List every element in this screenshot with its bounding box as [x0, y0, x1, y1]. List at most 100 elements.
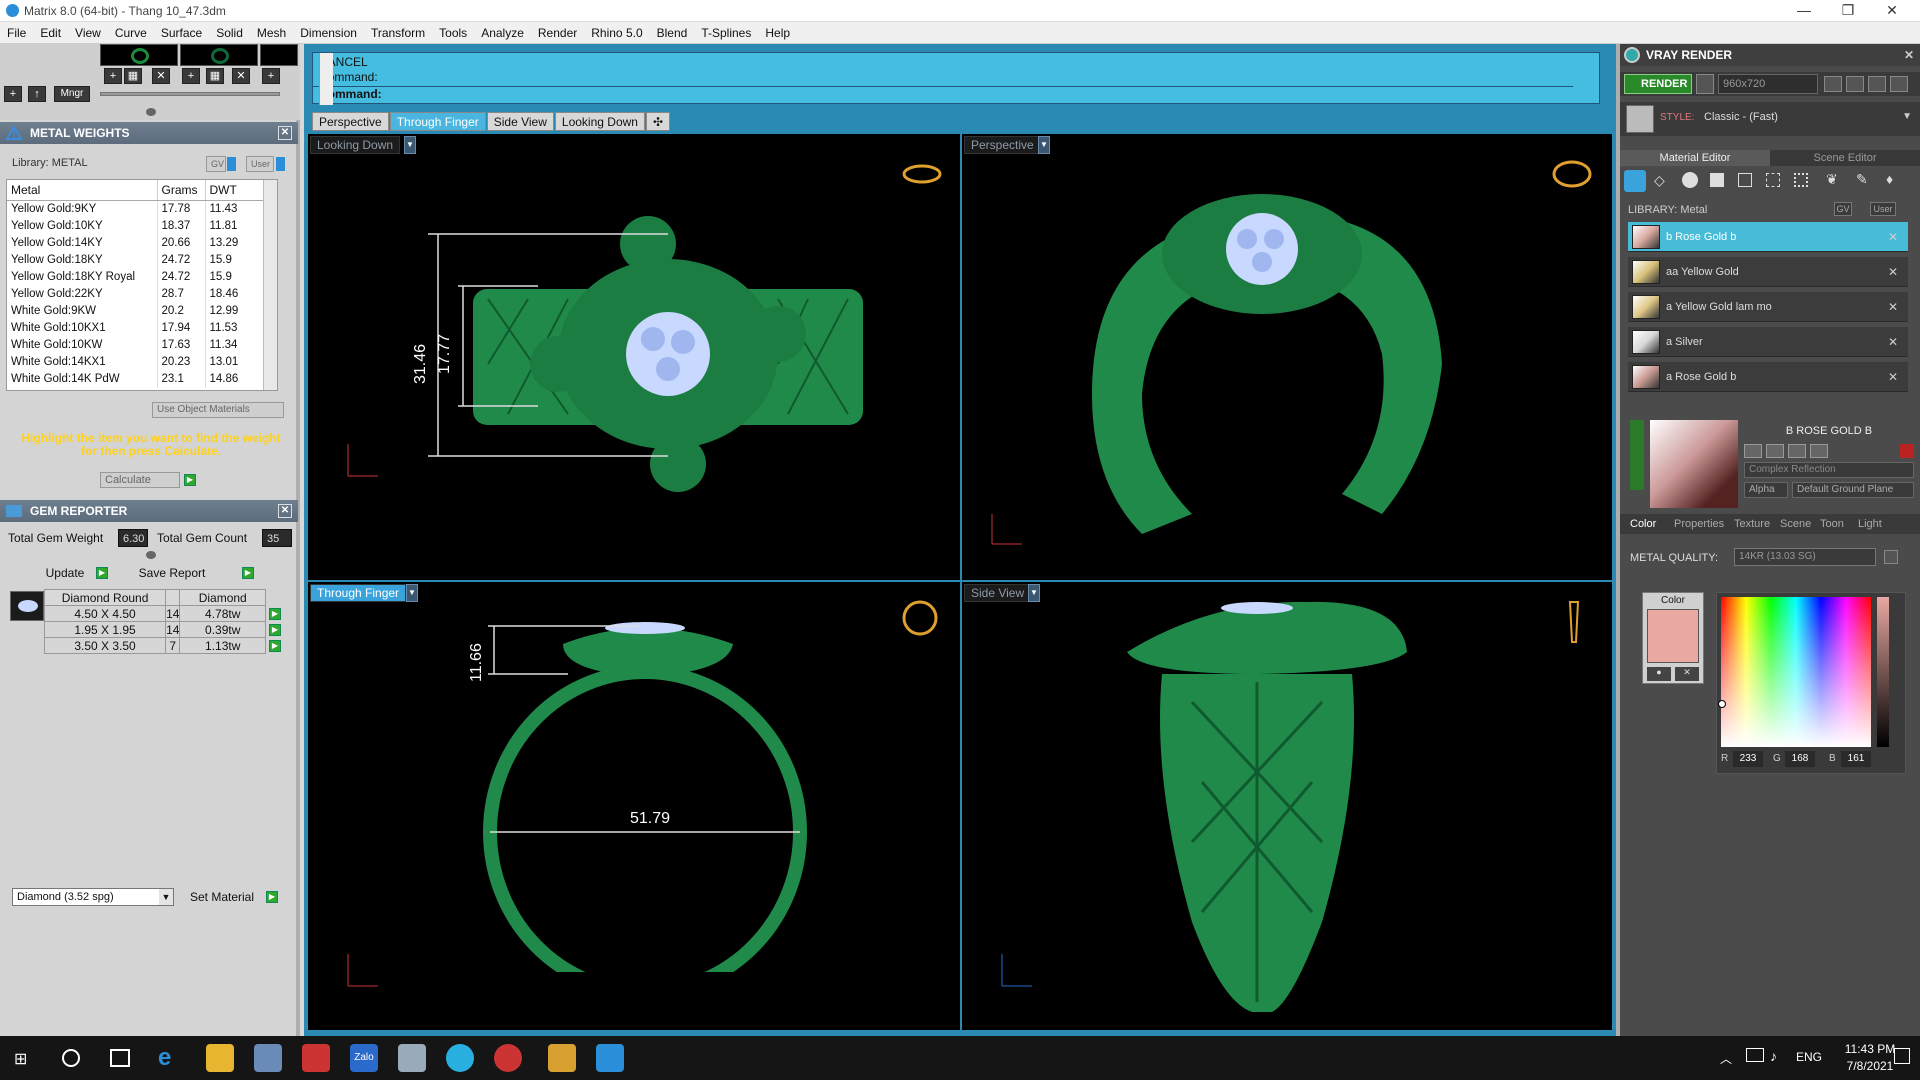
rewind-icon[interactable] [1824, 76, 1842, 92]
resolution-select[interactable]: 960x720 [1718, 74, 1818, 94]
menu-tsplines[interactable]: T-Splines [694, 22, 758, 44]
column-header-diamond[interactable]: Diamond [179, 589, 266, 606]
app-icon[interactable] [398, 1044, 426, 1072]
color-gradient[interactable] [1721, 597, 1871, 747]
menu-mesh[interactable]: Mesh [250, 22, 293, 44]
image-icon[interactable] [1846, 76, 1864, 92]
material-list-item[interactable]: a Yellow Gold lam mo ✕ [1628, 292, 1908, 322]
add-view-tab-icon[interactable]: ✣ [645, 112, 671, 131]
reset-icon[interactable] [1810, 444, 1828, 458]
color-picker[interactable]: R 233 G 168 B 161 [1716, 592, 1906, 774]
chevron-up-icon[interactable]: ︿ [1720, 1050, 1732, 1067]
square-icon[interactable] [1710, 173, 1724, 187]
close-button[interactable]: ✕ [1870, 0, 1914, 22]
menu-file[interactable]: File [0, 22, 33, 44]
maximize-button[interactable]: ❐ [1826, 0, 1870, 22]
language-indicator[interactable]: ENG [1796, 1050, 1822, 1064]
brush-icon[interactable]: ✎ [1856, 171, 1868, 188]
ground-plane-select[interactable]: Default Ground Plane [1792, 482, 1914, 498]
grid-icon[interactable] [1890, 76, 1908, 92]
settings-icon[interactable] [1884, 550, 1898, 564]
viewport-side-view[interactable]: Side View ▼ [962, 582, 1612, 1030]
remove-material-icon[interactable]: ✕ [1888, 257, 1898, 287]
layer-slider[interactable] [100, 92, 280, 96]
remove-material-icon[interactable]: ✕ [1888, 362, 1898, 392]
menu-transform[interactable]: Transform [364, 22, 432, 44]
table-row[interactable]: White Gold:9KW 20.2 12.99 [7, 302, 277, 320]
close-icon[interactable]: ✕ [278, 504, 292, 518]
use-object-materials-toggle[interactable]: Use Object Materials [152, 402, 284, 418]
tab-scene-editor[interactable]: Scene Editor [1770, 150, 1920, 166]
save-icon[interactable] [1744, 444, 1762, 458]
table-row[interactable]: 1.95 X 1.95 14 0.39tw ▶ [43, 621, 281, 638]
collapse-handle-icon[interactable] [146, 108, 156, 116]
command-area[interactable]: CANCEL Command: Command: [312, 52, 1600, 105]
volume-icon[interactable]: ♪ [1770, 1048, 1777, 1064]
add-icon[interactable]: + [104, 68, 122, 84]
calculate-arrow-icon[interactable]: ▶ [184, 474, 196, 486]
save-report-button[interactable]: Save Report [132, 564, 212, 582]
leaf-icon[interactable]: ❦ [1826, 171, 1838, 188]
add-icon[interactable]: + [182, 68, 200, 84]
list-icon[interactable] [1868, 76, 1886, 92]
viewport-through-finger[interactable]: Through Finger ▼ 11.66 51.79 [308, 582, 960, 1030]
alpha-toggle[interactable]: Alpha [1744, 482, 1788, 498]
mngr-button[interactable]: Mngr [54, 86, 90, 102]
layer-thumbnail[interactable] [100, 44, 178, 66]
metal-weights-table[interactable]: Metal Grams DWT Yellow Gold:9KY 17.78 11.4… [6, 179, 278, 391]
table-row[interactable]: White Gold:10KW 17.63 11.34 [7, 336, 277, 354]
style-value[interactable]: Classic - (Fast) [1704, 111, 1778, 123]
metal-table-scrollbar[interactable] [263, 180, 277, 390]
tab-scene[interactable]: Scene [1780, 518, 1811, 530]
color-cursor-icon[interactable] [1718, 700, 1726, 708]
refresh-icon[interactable] [1900, 444, 1914, 458]
drop-icon[interactable] [1624, 170, 1646, 192]
select-arrow-icon[interactable]: ▶ [269, 640, 281, 652]
column-header-count[interactable] [165, 589, 181, 606]
remove-material-icon[interactable]: ✕ [1888, 327, 1898, 357]
tab-perspective[interactable]: Perspective [312, 112, 389, 131]
table-row[interactable]: White Gold:14KX1 20.23 13.01 [7, 353, 277, 371]
minimize-button[interactable]: — [1782, 0, 1826, 22]
add-layer-button[interactable]: + [4, 86, 22, 102]
tab-material-editor[interactable]: Material Editor [1620, 150, 1770, 166]
material-list-item[interactable]: aa Yellow Gold ✕ [1628, 257, 1908, 287]
reflection-select[interactable]: Complex Reflection [1744, 462, 1914, 478]
diamond-icon[interactable]: ◇ [1654, 172, 1665, 189]
table-row[interactable]: White Gold:10KX1 17.94 11.53 [7, 319, 277, 337]
dots-icon[interactable] [1794, 173, 1808, 187]
tab-side-view[interactable]: Side View [486, 112, 554, 131]
menu-rhino[interactable]: Rhino 5.0 [584, 22, 649, 44]
sphere-icon[interactable] [1682, 172, 1698, 188]
table-row[interactable]: Yellow Gold:18KY 24.72 15.9 [7, 251, 277, 269]
app-icon[interactable] [302, 1044, 330, 1072]
zalo-icon[interactable]: Zalo [350, 1044, 378, 1072]
user-toggle[interactable]: User [1870, 202, 1896, 216]
gem-table[interactable]: Diamond Round Diamond 4.50 X 4.50 14 4.78t… [43, 589, 281, 654]
table-row[interactable]: Yellow Gold:22KY 28.7 18.46 [7, 285, 277, 303]
remove-material-icon[interactable]: ✕ [1888, 292, 1898, 322]
task-view-icon[interactable] [110, 1049, 130, 1067]
notifications-icon[interactable] [1894, 1048, 1910, 1064]
material-list-item[interactable]: a Rose Gold b ✕ [1628, 362, 1908, 392]
gv-toggle[interactable]: GV [1834, 202, 1852, 216]
tab-light[interactable]: Light [1858, 518, 1882, 530]
tab-through-finger[interactable]: Through Finger [389, 112, 486, 131]
layer-thumbnail[interactable] [180, 44, 258, 66]
search-icon[interactable] [62, 1049, 80, 1067]
b-value[interactable]: 161 [1841, 751, 1871, 767]
close-icon[interactable]: ✕ [1904, 44, 1914, 66]
g-value[interactable]: 168 [1785, 751, 1815, 767]
bulb-icon[interactable]: ♦ [1886, 171, 1893, 187]
move-up-button[interactable]: ↑ [28, 86, 46, 102]
select-arrow-icon[interactable]: ▶ [269, 608, 281, 620]
expand-toggle[interactable] [1630, 420, 1644, 490]
collapse-handle-icon[interactable] [146, 551, 156, 559]
windows-start-icon[interactable]: ⊞ [14, 1049, 32, 1068]
menu-dimension[interactable]: Dimension [293, 22, 364, 44]
save-report-arrow-icon[interactable]: ▶ [242, 567, 254, 579]
update-button[interactable]: Update [40, 564, 90, 582]
select-arrow-icon[interactable]: ▶ [269, 624, 281, 636]
render-button[interactable]: RENDER [1624, 74, 1692, 94]
menu-solid[interactable]: Solid [209, 22, 250, 44]
